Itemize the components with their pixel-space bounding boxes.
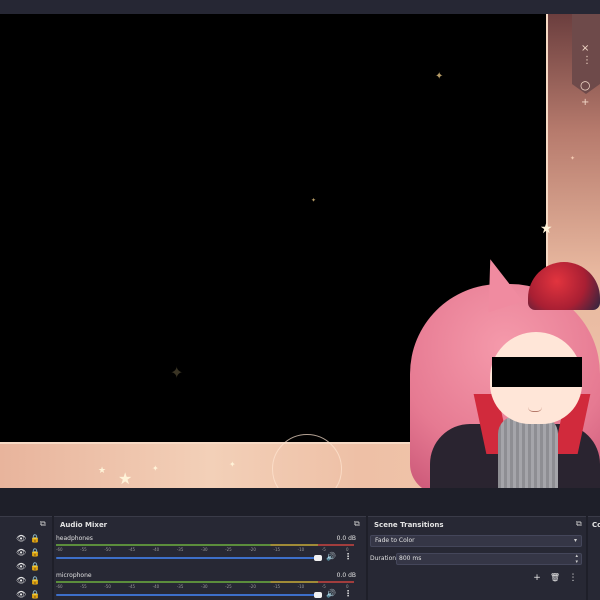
sparkle-icon: ✦ bbox=[435, 71, 444, 82]
meter-tick-label: -15 bbox=[273, 584, 281, 589]
track-db: 0.0 dB bbox=[336, 535, 356, 542]
star-icon: ★ bbox=[540, 221, 553, 237]
volume-meter bbox=[56, 581, 354, 583]
censor-bar bbox=[492, 357, 582, 387]
lock-icon[interactable]: 🔒 bbox=[30, 577, 40, 585]
meter-ticks: -60 -55 -50 -45 -40 -35 -30 -25 -20 -15 -10 -5 0 bbox=[56, 547, 354, 553]
visibility-eye-icon[interactable]: 👁 bbox=[16, 577, 26, 585]
volume-slider-handle[interactable] bbox=[314, 555, 322, 561]
controls-panel: Co bbox=[588, 516, 600, 600]
menu-dots-icon[interactable]: ⋮ bbox=[344, 553, 352, 561]
source-row[interactable]: 👁 🔒 bbox=[16, 591, 44, 600]
meter-tick-label: -20 bbox=[249, 584, 256, 589]
volume-slider[interactable] bbox=[56, 594, 322, 596]
star-icon: ✦ bbox=[152, 464, 159, 473]
meter-tick-label: -10 bbox=[297, 547, 305, 552]
duration-value: 800 ms bbox=[399, 555, 422, 562]
star-icon: ✦ bbox=[229, 460, 236, 469]
speaker-icon[interactable]: 🔊 bbox=[326, 553, 336, 561]
add-transition-button[interactable]: + bbox=[530, 573, 544, 585]
meter-tick-label: -60 bbox=[56, 584, 63, 589]
sparkle-icon: ✦ bbox=[170, 363, 184, 382]
track-db: 0.0 dB bbox=[336, 572, 356, 579]
volume-meter bbox=[56, 544, 354, 546]
sparkle-icon: ✦ bbox=[311, 197, 317, 204]
visibility-eye-icon[interactable]: 👁 bbox=[16, 535, 26, 543]
remove-transition-button[interactable]: 🗑 bbox=[548, 573, 562, 585]
volume-slider[interactable] bbox=[56, 557, 322, 559]
chevron-down-icon: ▾ bbox=[573, 537, 577, 544]
transition-menu-button[interactable]: ⋮ bbox=[566, 573, 580, 585]
panel-title: Scene Transitions bbox=[374, 521, 444, 529]
meter-tick-label: -45 bbox=[128, 584, 136, 589]
volume-slider-handle[interactable] bbox=[314, 592, 322, 598]
plus-icon: + bbox=[581, 97, 590, 108]
meter-tick-label: -35 bbox=[176, 547, 184, 552]
close-icon: × bbox=[581, 43, 590, 54]
track-name: microphone bbox=[56, 572, 92, 579]
meter-tick-label: -40 bbox=[152, 547, 160, 552]
meter-tick-label: -30 bbox=[201, 547, 208, 552]
duration-spinbox[interactable]: 800 ms ▴ ▾ bbox=[396, 553, 582, 565]
top-bar bbox=[0, 0, 600, 14]
lock-icon[interactable]: 🔒 bbox=[30, 591, 40, 599]
source-row[interactable]: 👁 🔒 bbox=[16, 563, 44, 573]
meter-tick-label: -55 bbox=[80, 547, 87, 552]
source-row[interactable]: 👁 🔒 bbox=[16, 535, 44, 545]
lock-icon[interactable]: 🔒 bbox=[30, 563, 40, 571]
transition-select[interactable]: Fade to Color ▾ bbox=[370, 535, 582, 547]
audio-mixer-panel: Audio Mixer ⧉ headphones 0.0 dB -60 -55 -5… bbox=[54, 516, 366, 600]
visibility-eye-icon[interactable]: 👁 bbox=[16, 591, 26, 599]
meter-ticks: -60 -55 -50 -45 -40 -35 -30 -25 -20 -15 -10 -5 0 bbox=[56, 584, 354, 590]
meter-tick-label: -25 bbox=[225, 547, 232, 552]
ring-icon: ○ bbox=[580, 78, 591, 92]
source-row[interactable]: 👁 🔒 bbox=[16, 577, 44, 587]
scene-transitions-panel: Scene Transitions ⧉ Fade to Color ▾ Dura… bbox=[368, 516, 586, 600]
transition-select-value: Fade to Color bbox=[375, 537, 415, 544]
duration-label: Duration bbox=[370, 555, 397, 562]
star-icon: ★ bbox=[118, 469, 133, 488]
dock-area: ⧉ 👁 🔒 👁 🔒 👁 🔒 👁 🔒 👁 🔒 Audio Mixer ⧉ head… bbox=[0, 488, 600, 600]
track-name: headphones bbox=[56, 535, 93, 542]
speaker-icon[interactable]: 🔊 bbox=[326, 590, 336, 598]
visibility-eye-icon[interactable]: 👁 bbox=[16, 563, 26, 571]
undock-icon[interactable]: ⧉ bbox=[354, 520, 360, 528]
panel-title: Co bbox=[592, 521, 600, 529]
spin-arrows-icon[interactable]: ▴ ▾ bbox=[575, 553, 578, 565]
menu-dots-icon[interactable]: ⋮ bbox=[344, 590, 352, 598]
meter-tick-label: -55 bbox=[80, 584, 87, 589]
star-icon: ★ bbox=[98, 466, 107, 476]
sources-panel: ⧉ 👁 🔒 👁 🔒 👁 🔒 👁 🔒 👁 🔒 bbox=[0, 516, 52, 600]
meter-tick-label: -45 bbox=[128, 547, 136, 552]
meter-tick-label: -20 bbox=[249, 547, 256, 552]
meter-tick-label: -10 bbox=[297, 584, 305, 589]
vtuber-avatar bbox=[410, 244, 600, 488]
lock-icon[interactable]: 🔒 bbox=[30, 549, 40, 557]
sparkle-icon: ✦ bbox=[570, 155, 576, 162]
visibility-eye-icon[interactable]: 👁 bbox=[16, 549, 26, 557]
meter-tick-label: -50 bbox=[104, 547, 111, 552]
undock-icon[interactable]: ⧉ bbox=[40, 520, 46, 528]
undock-icon[interactable]: ⧉ bbox=[576, 520, 582, 528]
meter-tick-label: -30 bbox=[201, 584, 208, 589]
meter-tick-label: -50 bbox=[104, 584, 111, 589]
panel-title: Audio Mixer bbox=[60, 521, 108, 529]
lock-icon[interactable]: 🔒 bbox=[30, 535, 40, 543]
meter-tick-label: -40 bbox=[152, 584, 160, 589]
preview-canvas[interactable]: × ⋮ ○ + ✦ ✦ ✦ ✦ ★ ★ ★ ✦ ✦ bbox=[0, 14, 600, 488]
meter-tick-label: -60 bbox=[56, 547, 63, 552]
meter-tick-label: -15 bbox=[273, 547, 281, 552]
source-row[interactable]: 👁 🔒 bbox=[16, 549, 44, 559]
meter-tick-label: -25 bbox=[225, 584, 232, 589]
dots-icon: ⋮ bbox=[582, 55, 592, 66]
meter-tick-label: -35 bbox=[176, 584, 184, 589]
